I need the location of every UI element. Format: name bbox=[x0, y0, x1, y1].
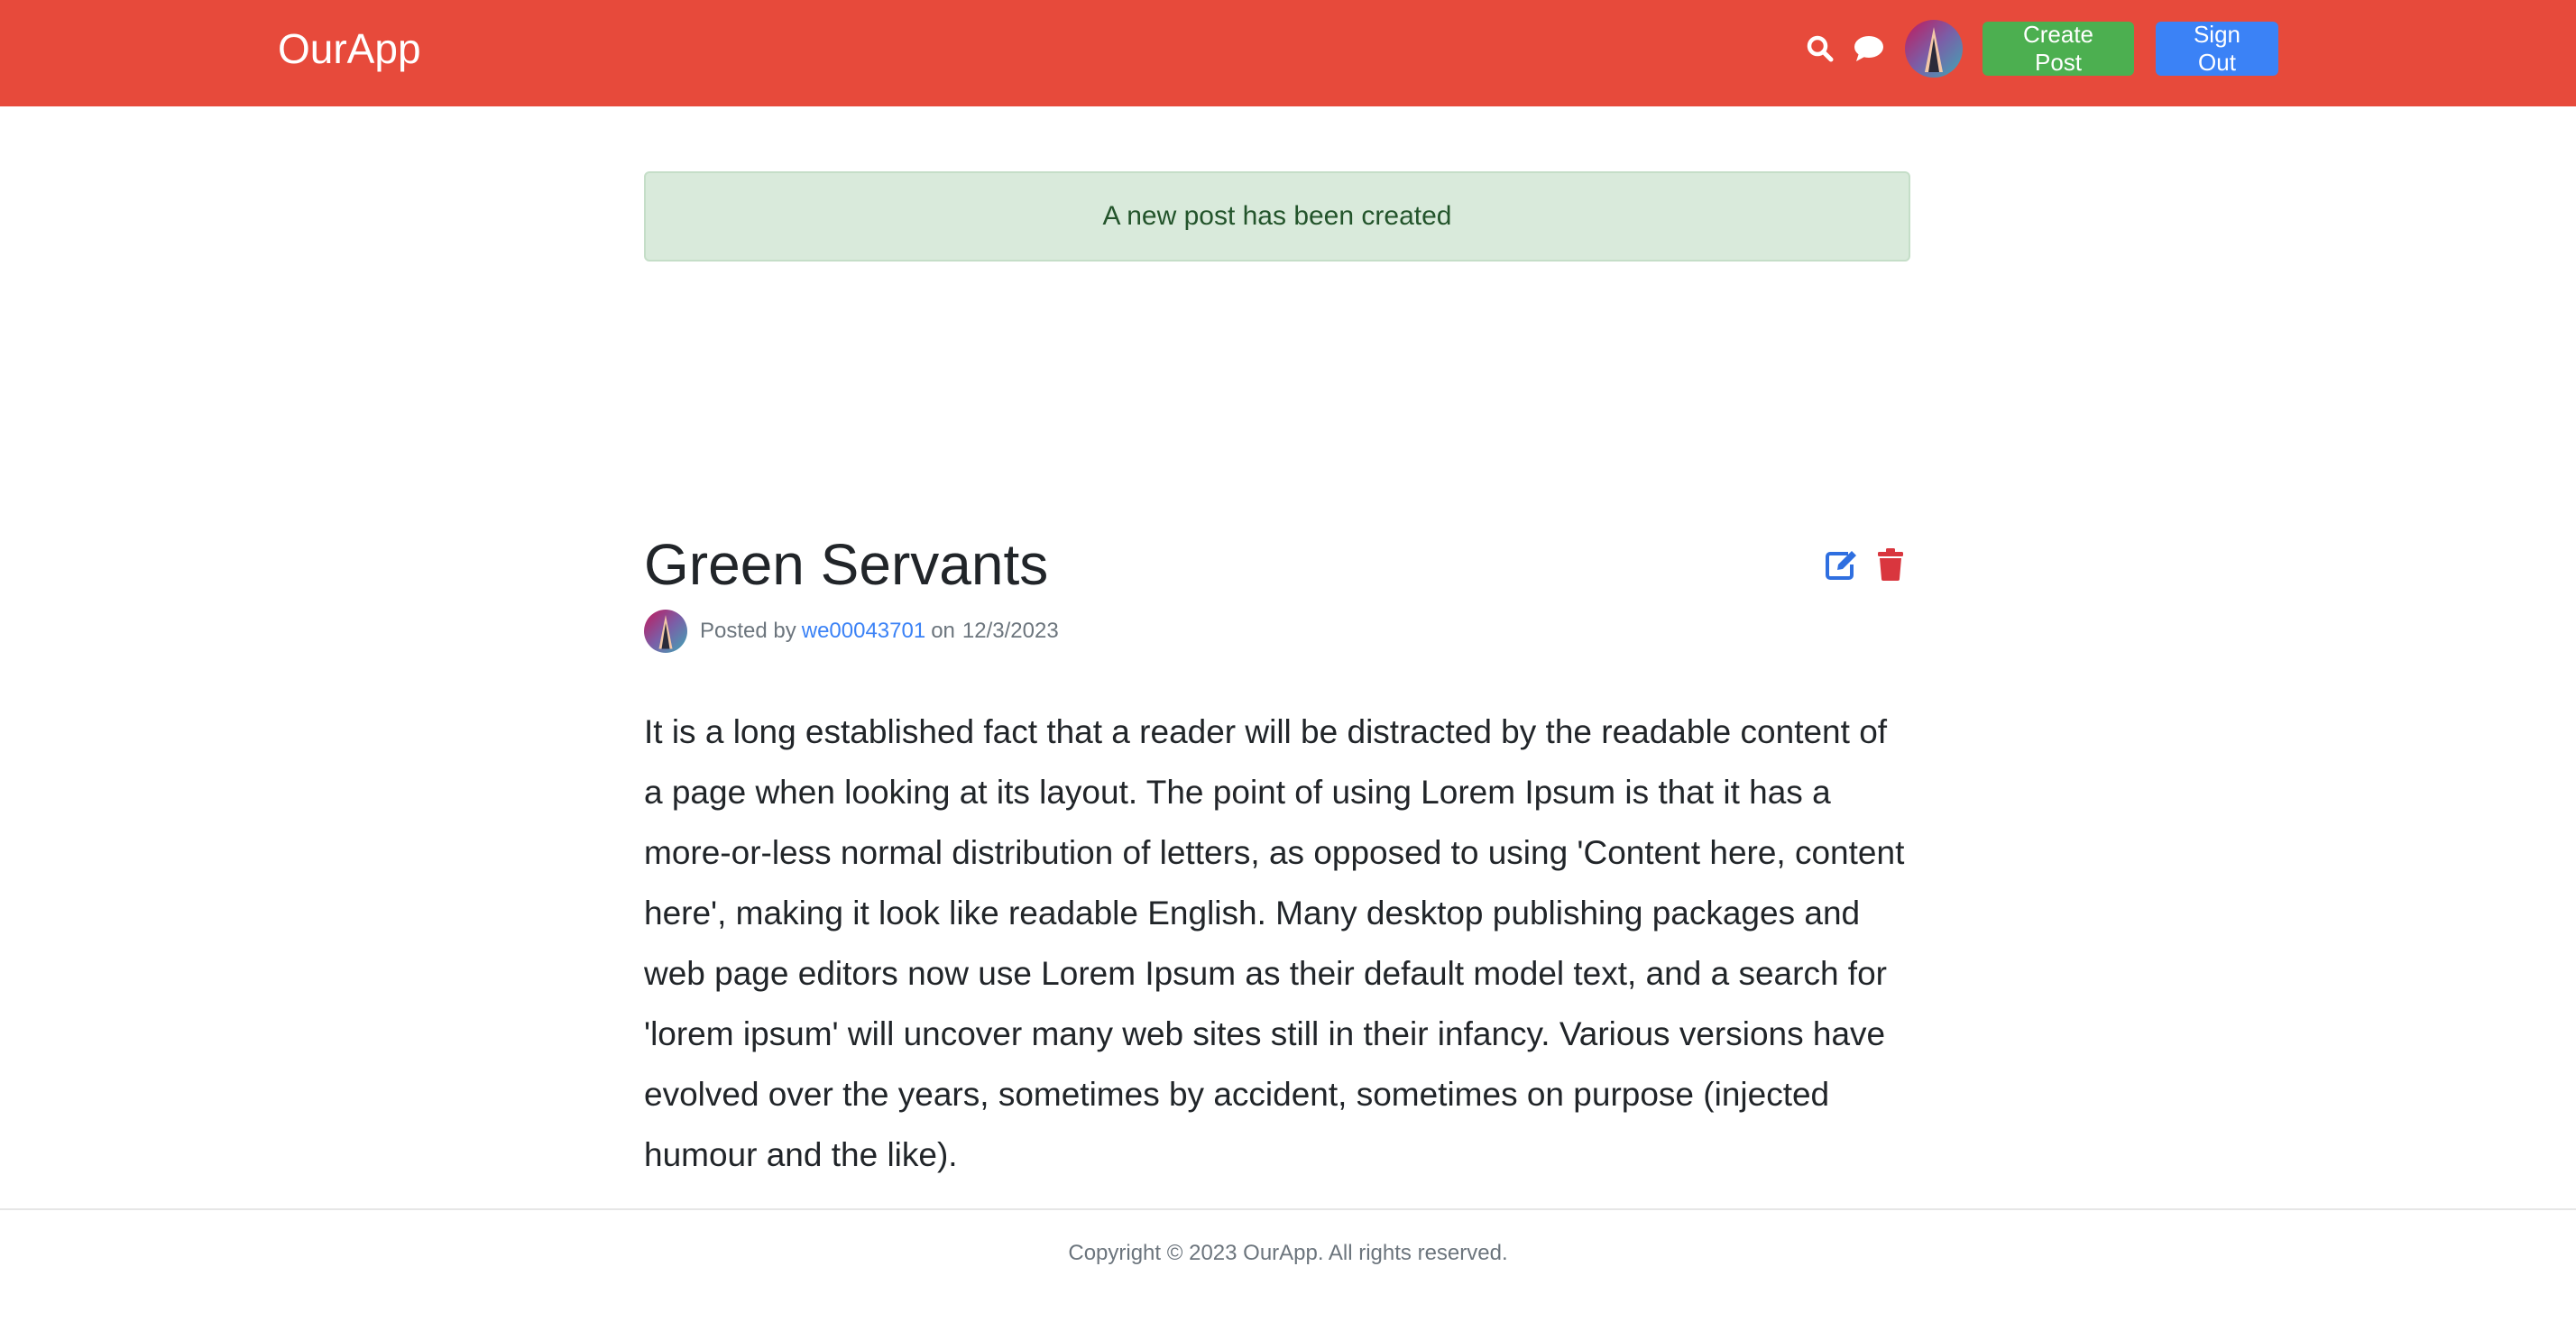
brand-logo-link[interactable]: OurApp bbox=[278, 20, 421, 78]
user-avatar[interactable] bbox=[1905, 20, 1963, 78]
chat-button[interactable] bbox=[1849, 20, 1889, 78]
on-label: on bbox=[931, 619, 955, 643]
create-post-button[interactable]: Create Post bbox=[1983, 21, 2134, 76]
author-link[interactable]: we00043701 bbox=[802, 619, 925, 644]
sign-out-button[interactable]: Sign Out bbox=[2156, 21, 2278, 76]
chat-icon bbox=[1854, 36, 1883, 61]
post-actions bbox=[1822, 545, 1910, 584]
post-title: Green Servants bbox=[644, 532, 1049, 597]
header-actions: Create Post Sign Out bbox=[1800, 20, 2278, 78]
delete-post-button[interactable] bbox=[1871, 545, 1910, 584]
avatar-image bbox=[1905, 20, 1963, 78]
edit-icon bbox=[1826, 551, 1856, 580]
author-avatar[interactable] bbox=[644, 610, 687, 653]
page: OurApp Create Post Sign Out A new post h… bbox=[0, 0, 2576, 1340]
edit-post-button[interactable] bbox=[1822, 545, 1862, 584]
success-alert: A new post has been created bbox=[644, 171, 1910, 262]
post-meta: Posted by we00043701 on 12/3/2023 bbox=[644, 610, 1059, 653]
footer-copyright: Copyright © 2023 OurApp. All rights rese… bbox=[1068, 1241, 1508, 1265]
search-icon bbox=[1807, 35, 1834, 62]
post-date: 12/3/2023 bbox=[961, 619, 1059, 643]
footer-divider bbox=[0, 1208, 2576, 1210]
author-avatar-image bbox=[644, 610, 687, 653]
top-navbar: OurApp Create Post Sign Out bbox=[0, 0, 2576, 106]
posted-by-label: Posted by bbox=[700, 619, 796, 643]
trash-icon bbox=[1878, 548, 1903, 581]
search-button[interactable] bbox=[1800, 20, 1840, 78]
post-body: It is a long established fact that a rea… bbox=[644, 713, 1905, 1173]
